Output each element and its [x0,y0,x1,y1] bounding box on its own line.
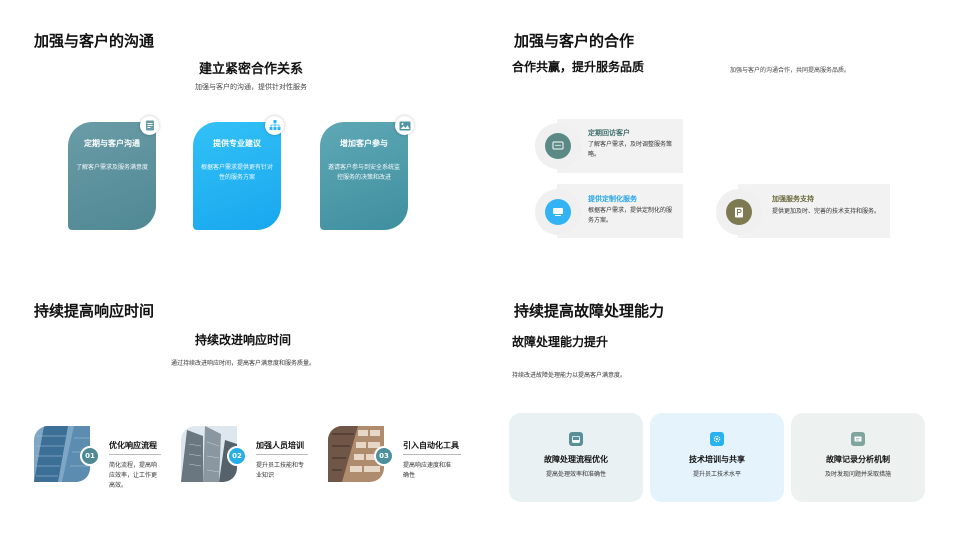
message-icon [851,432,865,446]
slide-description: 持续改进故障处理能力以提高客户满意度。 [512,372,627,379]
parking-icon [726,199,752,225]
slide-title: 持续提高响应时间 [34,302,155,320]
card-title: 故障处理流程优化 [544,455,608,464]
item-title: 提供定制化服务 [588,195,637,203]
card-title: 提供专业建议 [213,139,261,148]
step-title: 优化响应流程 [109,441,157,450]
card-fault-record-analysis: 故障记录分析机制 及时发现问题并采取措施 [791,413,925,502]
slide-title: 加强与客户的沟通 [34,32,155,50]
item-desc: 根据客户需求，提供定制化的服务方案。 [588,207,673,224]
slide-subtitle: 持续改进响应时间 [194,333,291,347]
inbox-icon [569,432,583,446]
card-desc: 提高处理效率和准确性 [545,471,606,478]
card-professional-advice: 提供专业建议 根据客户需求提供更有针对性的服务方案 [193,122,281,230]
step-number-badge: 03 [374,446,394,466]
chat-icon [545,133,571,159]
parking-icon-ring [716,189,762,235]
card-desc: 及时发现问题并采取措施 [824,471,891,478]
card-desc: 了解客户需求及服务满意度 [76,164,149,171]
slide-subtitle: 建立紧密合作关系 [198,62,303,77]
monitor-icon-ring [535,189,581,235]
divider [256,454,308,455]
item-title: 定期回访客户 [588,129,630,137]
divider [109,454,161,455]
chat-icon-ring [535,123,581,169]
monitor-icon [545,199,571,225]
slide-title: 加强与客户的合作 [514,32,635,50]
divider [403,454,461,455]
gear-icon [710,432,724,446]
card-desc: 根据客户需求提供更有针对性的服务方案 [201,164,274,181]
step-number-badge: 01 [80,446,100,466]
step-desc: 简化流程，提高响应效率，让工作更高效。 [109,462,158,489]
card-title: 故障记录分析机制 [826,455,890,464]
slide-description: 加强与客户的沟通合作，共同提高服务品质。 [730,67,851,74]
org-chart-icon [265,116,284,135]
slide-description: 通过持续改进响应时间，提高客户满意度和服务质量。 [170,360,315,367]
step-desc: 提高响应速度和准确性 [403,462,452,479]
slide-customer-communication: 加强与客户的沟通 建立紧密合作关系 加强与客户的沟通，提供针对性服务 定期与客户… [0,0,480,274]
item-desc: 了解客户需求，及时调整服务策略。 [588,141,673,158]
slide-subtitle: 合作共赢，提升服务品质 [512,60,645,74]
step-number-badge: 02 [227,446,247,466]
slide-customer-cooperation: 加强与客户的合作 合作共赢，提升服务品质 加强与客户的沟通合作，共同提高服务品质… [480,0,960,274]
slide-title: 持续提高故障处理能力 [514,302,665,320]
card-desc: 提升员工技术水平 [692,471,741,478]
item-desc: 提供更加及时、完善的技术支持和服务。 [772,208,881,215]
slide-subtitle: 故障处理能力提升 [512,335,609,349]
card-tech-training: 技术培训与共享 提升员工技术水平 [650,413,784,502]
card-title: 技术培训与共享 [689,455,745,464]
step-title: 引入自动化工具 [403,441,459,450]
image-icon [395,116,414,135]
card-desc: 邀请客户参与到安全系统监控服务的决策和改进 [328,164,401,181]
card-process-optimization: 故障处理流程优化 提高处理效率和准确性 [509,413,643,502]
slide-description: 加强与客户的沟通，提供针对性服务 [195,83,307,91]
card-customer-participation: 增加客户参与 邀请客户参与到安全系统监控服务的决策和改进 [320,122,408,230]
card-title: 增加客户参与 [340,139,388,148]
document-icon [140,116,159,135]
slide-fault-handling: 持续提高故障处理能力 故障处理能力提升 持续改进故障处理能力以提高客户满意度。 … [480,274,960,548]
item-title: 加强服务支持 [772,195,814,203]
step-desc: 提升员工技能和专业知识 [256,462,305,479]
card-title: 定期与客户沟通 [84,139,140,148]
slide-response-time: 持续提高响应时间 持续改进响应时间 通过持续改进响应时间，提高客户满意度和服务质… [0,274,480,548]
step-title: 加强人员培训 [256,441,304,450]
card-regular-communication: 定期与客户沟通 了解客户需求及服务满意度 [68,122,156,230]
